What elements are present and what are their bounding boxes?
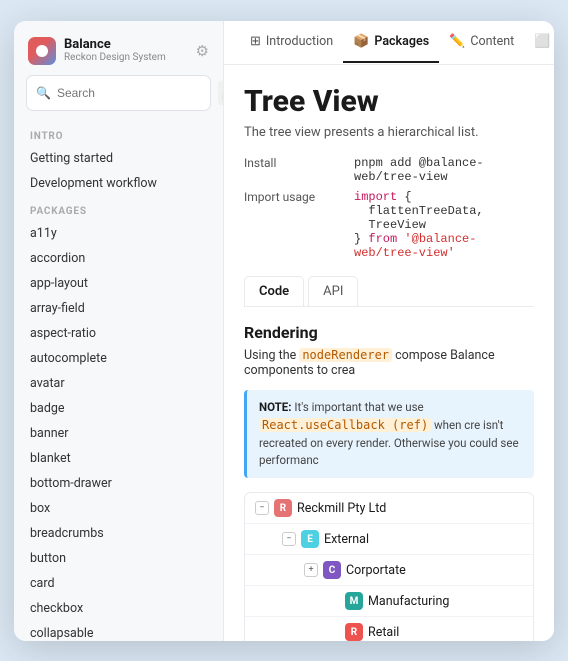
sidebar-item-card[interactable]: card xyxy=(14,571,223,596)
section-title: Rendering xyxy=(244,323,534,342)
brand-logo-icon xyxy=(36,45,48,57)
install-table: Install pnpm add @balance-web/tree-view … xyxy=(244,156,534,260)
sidebar-item-collapsable[interactable]: collapsable xyxy=(14,621,223,641)
sidebar-header: Balance Reckon Design System ⚙ xyxy=(14,21,223,75)
sidebar-item-bottom-drawer[interactable]: bottom-drawer xyxy=(14,471,223,496)
tab-introduction-label: Introduction xyxy=(266,34,333,49)
sidebar-item-avatar[interactable]: avatar xyxy=(14,371,223,396)
tree-row: −E External xyxy=(245,524,533,555)
sidebar-item-badge[interactable]: badge xyxy=(14,396,223,421)
install-row: Install pnpm add @balance-web/tree-view xyxy=(244,156,534,184)
app-window: Balance Reckon Design System ⚙ 🔍 ⌘ K INT… xyxy=(14,21,554,641)
install-label: Install xyxy=(244,156,334,170)
tab-content-label: Content xyxy=(470,34,514,49)
tree-badge: R xyxy=(274,499,292,517)
tree-label: Manufacturing xyxy=(368,594,449,609)
sidebar-item-banner[interactable]: banner xyxy=(14,421,223,446)
sidebar-item-breadcrumbs[interactable]: breadcrumbs xyxy=(14,521,223,546)
page-subtitle: The tree view presents a hierarchical li… xyxy=(244,125,534,140)
tab-packages-label: Packages xyxy=(374,34,429,49)
brand-subtitle: Reckon Design System xyxy=(64,52,166,64)
sidebar-item-getting-started[interactable]: Getting started xyxy=(14,146,223,171)
page-title: Tree View xyxy=(244,85,534,120)
tab-code[interactable]: Code xyxy=(244,276,304,306)
section-desc: Using the nodeRenderer compose Balance c… xyxy=(244,348,534,378)
note-box: NOTE: It's important that we use React.u… xyxy=(244,390,534,478)
sidebar-item-button[interactable]: button xyxy=(14,546,223,571)
gear-icon[interactable]: ⚙ xyxy=(196,42,209,60)
intro-section-label: INTRO xyxy=(14,121,223,146)
packages-icon: 📦 xyxy=(353,34,369,49)
top-nav: ⊞ Introduction 📦 Packages ✏️ Content ⬜ P… xyxy=(224,21,554,65)
sidebar-item-app-layout[interactable]: app-layout xyxy=(14,271,223,296)
sidebar-item-accordion[interactable]: accordion xyxy=(14,246,223,271)
brand-title: Balance xyxy=(64,37,166,53)
import-row: Import usage import { flattenTreeData, T… xyxy=(244,190,534,260)
tree-badge: C xyxy=(323,561,341,579)
tab-introduction[interactable]: ⊞ Introduction xyxy=(240,22,343,63)
sidebar-item-dev-workflow[interactable]: Development workflow xyxy=(14,171,223,196)
tree-label: Retail xyxy=(368,625,399,640)
tree-badge: M xyxy=(345,592,363,610)
introduction-icon: ⊞ xyxy=(250,34,261,49)
main-content: ⊞ Introduction 📦 Packages ✏️ Content ⬜ P… xyxy=(224,21,554,641)
tree-toggle[interactable]: − xyxy=(255,501,269,515)
tree-row: M Manufacturing xyxy=(245,586,533,617)
tree-label: Reckmill Pty Ltd xyxy=(297,501,386,516)
sidebar-item-a11y[interactable]: a11y xyxy=(14,221,223,246)
tree-badge: R xyxy=(345,623,363,641)
sidebar-item-array-field[interactable]: array-field xyxy=(14,296,223,321)
content-area: Tree View The tree view presents a hiera… xyxy=(224,65,554,641)
tree-label: Corportate xyxy=(346,563,406,578)
tree-toggle[interactable]: − xyxy=(282,532,296,546)
sidebar: Balance Reckon Design System ⚙ 🔍 ⌘ K INT… xyxy=(14,21,224,641)
patterns-icon: ⬜ xyxy=(534,34,550,49)
import-value: import { flattenTreeData, TreeView } fro… xyxy=(354,190,534,260)
tree-label: External xyxy=(324,532,369,547)
sidebar-item-aspect-ratio[interactable]: aspect-ratio xyxy=(14,321,223,346)
note-highlight: React.useCallback (ref) xyxy=(259,418,431,432)
highlight-text: nodeRenderer xyxy=(299,348,392,362)
search-box[interactable]: 🔍 ⌘ K xyxy=(26,75,211,111)
tab-content[interactable]: ✏️ Content xyxy=(439,22,524,63)
tree-row: −R Reckmill Pty Ltd xyxy=(245,493,533,524)
sidebar-item-checkbox[interactable]: checkbox xyxy=(14,596,223,621)
sidebar-item-autocomplete[interactable]: autocomplete xyxy=(14,346,223,371)
brand: Balance Reckon Design System xyxy=(28,37,166,65)
search-icon: 🔍 xyxy=(36,86,51,100)
tree-container: −RReckmill Pty Ltd−EExternal+CCorportate… xyxy=(244,492,534,641)
brand-logo xyxy=(28,37,56,65)
install-value: pnpm add @balance-web/tree-view xyxy=(354,156,534,184)
tree-badge: E xyxy=(301,530,319,548)
brand-text: Balance Reckon Design System xyxy=(64,37,166,65)
tree-toggle[interactable]: + xyxy=(304,563,318,577)
tab-patterns[interactable]: ⬜ Patterns xyxy=(524,22,554,63)
tree-row: + C Corportate xyxy=(245,555,533,586)
tree-row: R Retail xyxy=(245,617,533,641)
import-label: Import usage xyxy=(244,190,334,204)
tab-api[interactable]: API xyxy=(308,276,358,306)
search-input[interactable] xyxy=(57,86,212,100)
tab-packages[interactable]: 📦 Packages xyxy=(343,22,439,63)
packages-section-label: PACKAGES xyxy=(14,196,223,221)
sidebar-item-box[interactable]: box xyxy=(14,496,223,521)
sidebar-nav: INTRO Getting started Development workfl… xyxy=(14,121,223,641)
sidebar-item-blanket[interactable]: blanket xyxy=(14,446,223,471)
package-list: a11yaccordionapp-layoutarray-fieldaspect… xyxy=(14,221,223,641)
content-icon: ✏️ xyxy=(449,34,465,49)
content-tabs: Code API xyxy=(244,276,534,307)
